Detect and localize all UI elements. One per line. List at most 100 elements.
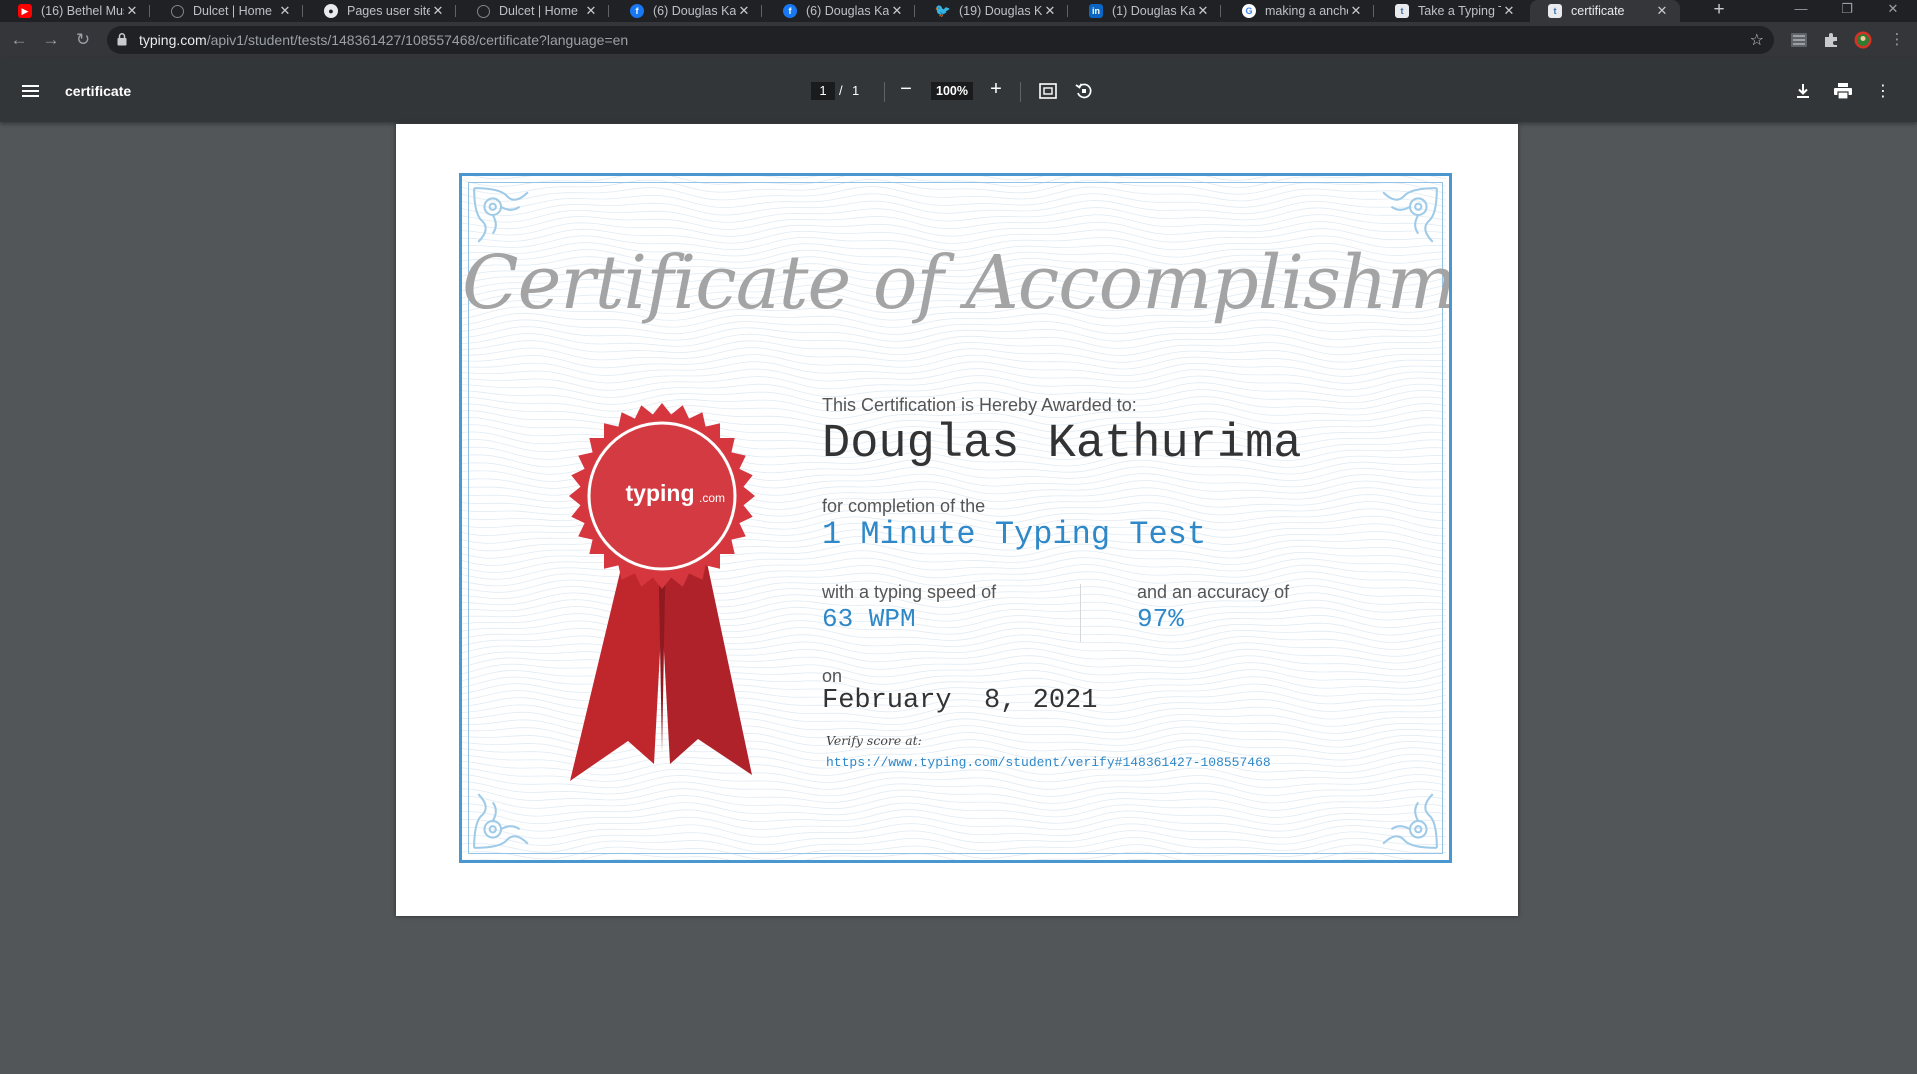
zoom-in-button[interactable]: + — [985, 78, 1007, 102]
awarded-label: This Certification is Hereby Awarded to: — [822, 395, 1137, 415]
url-text: typing.com/apiv1/student/tests/148361427… — [139, 32, 628, 48]
pdf-toolbar: certificate 1 / 1 − 100% + ⋮ — [0, 58, 1917, 122]
tab-title: (19) Douglas Kat — [959, 4, 1042, 18]
tab-title: Dulcet | Home — [499, 4, 578, 18]
certificate-heading: Certificate of Accomplishment — [462, 240, 1452, 326]
facebook-icon: f — [783, 4, 797, 18]
close-icon[interactable]: ✕ — [1195, 3, 1211, 19]
certificate: Certificate of Accomplishment typing .co… — [459, 173, 1452, 863]
tab-title: Pages user site n — [347, 4, 430, 18]
close-icon[interactable]: ✕ — [430, 3, 446, 19]
close-icon[interactable]: ✕ — [1654, 3, 1670, 19]
more-options-icon[interactable]: ⋮ — [1872, 80, 1894, 102]
zoom-input[interactable]: 100% — [931, 82, 973, 100]
avatar[interactable] — [1854, 31, 1872, 49]
google-icon: G — [1242, 4, 1256, 18]
logo-suffix: .com — [699, 491, 725, 505]
star-icon[interactable]: ☆ — [1750, 30, 1764, 50]
date-label: on — [822, 666, 843, 686]
twitter-icon: 🐦 — [934, 3, 952, 18]
rotate-icon[interactable] — [1073, 80, 1095, 102]
minimize-button[interactable]: — — [1778, 0, 1824, 22]
lock-icon — [117, 33, 127, 46]
youtube-icon: ▶ — [18, 4, 32, 18]
window-close-button[interactable]: ✕ — [1870, 0, 1916, 22]
tab-title: making a anchor — [1265, 4, 1348, 18]
menu-icon[interactable] — [22, 85, 39, 97]
tab-9[interactable]: G making a anchor ✕ — [1224, 0, 1374, 22]
back-button[interactable]: ← — [8, 29, 30, 51]
github-icon: ● — [324, 4, 338, 18]
address-bar[interactable]: typing.com/apiv1/student/tests/148361427… — [107, 26, 1774, 54]
toolbar: ← → ↻ typing.com/apiv1/student/tests/148… — [0, 22, 1917, 58]
completion-label: for completion of the — [822, 496, 986, 516]
linkedin-icon: in — [1089, 4, 1103, 18]
test-name: 1 Minute Typing Test — [822, 516, 1207, 553]
tab-10[interactable]: t Take a Typing Te ✕ — [1377, 0, 1527, 22]
date-value: February 8, 2021 — [822, 686, 1098, 716]
restore-button[interactable]: ❐ — [1824, 0, 1870, 22]
fit-to-page-icon[interactable] — [1037, 80, 1059, 102]
recipient-name: Douglas Kathurima — [822, 418, 1302, 471]
new-tab-button[interactable]: + — [1708, 0, 1730, 22]
url-path: /apiv1/student/tests/148361427/108557468… — [206, 32, 629, 48]
tab-title: (16) Bethel Music — [41, 4, 124, 18]
print-icon[interactable] — [1832, 80, 1854, 102]
divider — [1020, 82, 1021, 102]
forward-button[interactable]: → — [40, 29, 62, 51]
tab-11-active[interactable]: t certificate ✕ — [1530, 0, 1680, 22]
accuracy-label: and an accuracy of — [1137, 582, 1290, 602]
close-icon[interactable]: ✕ — [277, 3, 293, 19]
url-host: typing.com — [139, 32, 207, 48]
tab-8[interactable]: in (1) Douglas Kath ✕ — [1071, 0, 1221, 22]
tab-5[interactable]: f (6) Douglas Kath ✕ — [612, 0, 762, 22]
tab-title: (1) Douglas Kath — [1112, 4, 1195, 18]
tab-title: (6) Douglas Kath — [653, 4, 736, 18]
divider — [1080, 584, 1081, 642]
close-icon[interactable]: ✕ — [736, 3, 752, 19]
tab-title: certificate — [1571, 4, 1625, 18]
verify-label: Verify score at: — [826, 733, 922, 748]
close-icon[interactable]: ✕ — [1042, 3, 1058, 19]
page-total: 1 — [852, 83, 860, 98]
close-icon[interactable]: ✕ — [583, 3, 599, 19]
tab-title: (6) Douglas Kath — [806, 4, 889, 18]
tab-3[interactable]: ● Pages user site n ✕ — [306, 0, 456, 22]
tab-2[interactable]: Dulcet | Home ✕ — [153, 0, 303, 22]
accuracy-value: 97% — [1137, 604, 1184, 634]
tab-4[interactable]: Dulcet | Home ✕ — [459, 0, 609, 22]
tab-title: Dulcet | Home — [193, 4, 272, 18]
close-icon[interactable]: ✕ — [889, 3, 905, 19]
flourish-icon — [473, 793, 529, 849]
tab-7[interactable]: 🐦 (19) Douglas Kat ✕ — [918, 0, 1068, 22]
kebab-menu-icon[interactable]: ⋮ — [1886, 29, 1908, 51]
page-number-input[interactable]: 1 — [811, 82, 835, 100]
globe-icon — [171, 4, 184, 18]
close-icon[interactable]: ✕ — [124, 3, 140, 19]
flourish-icon — [1382, 187, 1438, 243]
speed-label: with a typing speed of — [822, 582, 997, 602]
extension-grid-icon[interactable] — [1790, 31, 1808, 49]
verify-link[interactable]: https://www.typing.com/student/verify#14… — [826, 755, 1271, 770]
typing-icon: t — [1548, 4, 1562, 18]
speed-value: 63 WPM — [822, 604, 916, 634]
close-icon[interactable]: ✕ — [1501, 3, 1517, 19]
tab-6[interactable]: f (6) Douglas Kath ✕ — [765, 0, 915, 22]
reload-button[interactable]: ↻ — [72, 29, 94, 51]
download-icon[interactable] — [1792, 80, 1814, 102]
logo-text: typing — [626, 480, 695, 506]
award-ribbon-icon: typing .com — [569, 403, 755, 781]
page-separator: / — [839, 83, 843, 98]
puzzle-icon[interactable] — [1822, 31, 1840, 49]
document-title: certificate — [65, 83, 132, 99]
divider — [884, 82, 885, 102]
pdf-page: Certificate of Accomplishment typing .co… — [396, 124, 1518, 916]
typing-icon: t — [1395, 4, 1409, 18]
zoom-out-button[interactable]: − — [895, 78, 917, 102]
globe-icon — [477, 4, 490, 18]
tab-strip: ▶ (16) Bethel Music ✕ Dulcet | Home ✕ ● … — [0, 0, 1917, 22]
flourish-icon — [473, 187, 529, 243]
close-icon[interactable]: ✕ — [1348, 3, 1364, 19]
tab-title: Take a Typing Te — [1418, 4, 1501, 18]
tab-1[interactable]: ▶ (16) Bethel Music ✕ — [0, 0, 150, 22]
